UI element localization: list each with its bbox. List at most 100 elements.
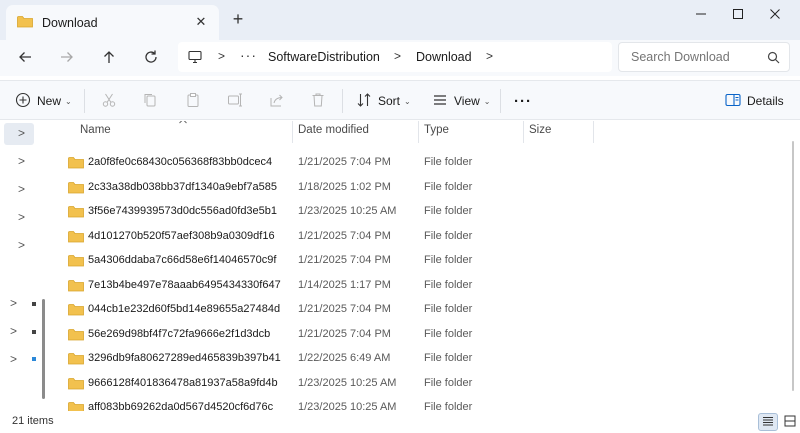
scissors-icon — [101, 92, 117, 111]
file-name: 5a4306ddaba7c66d58e6f14046570c9f — [88, 254, 277, 266]
search-box[interactable] — [618, 42, 790, 72]
column-header-date-modified[interactable]: Date modified — [298, 124, 369, 146]
column-header-size[interactable]: Size — [529, 124, 551, 146]
file-row[interactable]: 2a0f8fe0c68430c056368f83bb0dcec4 1/21/202… — [52, 151, 785, 176]
breadcrumb-separator-icon[interactable]: > — [218, 49, 225, 63]
address-box[interactable]: > ··· SoftwareDistribution > Download > — [178, 42, 612, 72]
title-bar: Download ✕ + — [0, 0, 800, 40]
folder-icon — [68, 352, 84, 368]
folder-icon — [68, 401, 84, 411]
tab-download[interactable]: Download ✕ — [6, 5, 219, 40]
file-type: File folder — [424, 352, 473, 364]
nav-expand-chevron-icon[interactable]: > — [10, 296, 17, 310]
up-button[interactable] — [96, 46, 122, 70]
view-label: View — [454, 94, 480, 108]
file-type: File folder — [424, 180, 473, 193]
nav-expand-chevron-icon[interactable]: > — [18, 182, 25, 196]
breadcrumb-download[interactable]: Download — [416, 50, 472, 64]
close-window-button[interactable] — [758, 4, 792, 24]
details-view-button[interactable] — [758, 413, 778, 431]
file-row[interactable]: 044cb1e232d60f5bd14e89655a27484d 1/21/202… — [52, 298, 785, 323]
file-name: 2a0f8fe0c68430c056368f83bb0dcec4 — [88, 156, 273, 168]
nav-scrollbar[interactable] — [42, 299, 45, 399]
file-name: 4d101270b520f57aef308b9a0309df16 — [88, 229, 275, 242]
file-type: File folder — [424, 205, 473, 217]
command-bar: New ⌄ Sort ⌄ View ⌄ ··· Details — [0, 80, 800, 120]
view-lines-icon — [432, 92, 448, 111]
chevron-down-icon: ⌄ — [404, 96, 411, 106]
nav-expand-chevron-icon[interactable]: > — [18, 154, 25, 168]
nav-expand-chevron-icon[interactable]: > — [10, 324, 17, 338]
navigation-pane: > > > > > > > > — [0, 121, 52, 411]
sort-button[interactable]: Sort ⌄ — [356, 91, 411, 111]
drive-icon — [32, 302, 36, 306]
column-divider[interactable] — [523, 121, 524, 143]
search-icon[interactable] — [767, 51, 780, 67]
file-row[interactable]: 56e269d98bf4f7c72fa9666e2f1d3dcb 1/21/202… — [52, 323, 785, 348]
file-row[interactable]: 4d101270b520f57aef308b9a0309df16 1/21/202… — [52, 225, 785, 250]
column-header-type[interactable]: Type — [424, 124, 449, 146]
column-header-name[interactable]: Name — [80, 124, 111, 146]
sort-icon — [356, 92, 372, 111]
folder-icon — [68, 254, 84, 270]
breadcrumb-separator-icon[interactable]: > — [486, 49, 493, 63]
details-pane-icon — [725, 93, 741, 110]
paste-button[interactable] — [183, 91, 203, 111]
folder-icon — [68, 377, 84, 393]
more-options-button[interactable]: ··· — [514, 91, 532, 111]
rename-button[interactable] — [225, 91, 245, 111]
file-row[interactable]: 2c33a38db038bb37df1340a9ebf7a585 1/18/202… — [52, 176, 785, 201]
cut-button[interactable] — [99, 91, 119, 111]
maximize-button[interactable] — [721, 4, 755, 24]
file-row[interactable]: 7e13b4be497e78aaab6495434330f647 1/14/202… — [52, 274, 785, 299]
folder-icon — [68, 303, 84, 319]
copy-button[interactable] — [140, 91, 160, 111]
file-row[interactable]: 5a4306ddaba7c66d58e6f14046570c9f 1/21/202… — [52, 249, 785, 274]
file-type: File folder — [424, 376, 473, 389]
nav-expand-chevron-icon[interactable]: > — [10, 352, 17, 366]
file-row[interactable]: aff083bb69262da0d567d4520cf6d76c 1/23/202… — [52, 396, 785, 411]
nav-expand-chevron-icon[interactable]: > — [18, 126, 25, 140]
file-date-modified: 1/22/2025 6:49 AM — [298, 352, 391, 364]
new-button[interactable]: New ⌄ — [15, 91, 72, 111]
file-row[interactable]: 3f56e7439939573d0dc556ad0fd3e5b1 1/23/202… — [52, 200, 785, 225]
tiles-view-button[interactable] — [781, 413, 799, 431]
back-button[interactable] — [12, 46, 38, 70]
toolbar-divider — [84, 89, 85, 113]
item-count: 21 items — [12, 415, 54, 427]
file-row[interactable]: 9666128f401836478a81937a58a9fd4b 1/23/202… — [52, 372, 785, 397]
file-list-scrollbar[interactable] — [789, 121, 797, 411]
details-pane-button[interactable]: Details — [725, 91, 784, 111]
breadcrumb-separator-icon[interactable]: > — [394, 49, 401, 63]
file-type: File folder — [424, 254, 473, 266]
arrow-right-icon — [59, 49, 75, 68]
refresh-button[interactable] — [138, 46, 164, 70]
column-divider[interactable] — [418, 121, 419, 143]
file-row[interactable]: 3296db9fa80627289ed465839b397b41 1/22/202… — [52, 347, 785, 372]
column-divider[interactable] — [593, 121, 594, 143]
scrollbar-thumb[interactable] — [792, 141, 794, 391]
file-name: 3f56e7439939573d0dc556ad0fd3e5b1 — [88, 205, 278, 217]
nav-expand-chevron-icon[interactable]: > — [18, 238, 25, 252]
new-tab-button[interactable]: + — [229, 10, 247, 29]
arrow-up-icon — [101, 49, 117, 68]
search-input[interactable] — [631, 50, 761, 64]
column-divider[interactable] — [292, 121, 293, 143]
nav-expand-chevron-icon[interactable]: > — [18, 210, 25, 224]
file-type: File folder — [424, 303, 473, 315]
share-button[interactable] — [267, 91, 287, 111]
file-date-modified: 1/23/2025 10:25 AM — [298, 205, 397, 217]
minimize-button[interactable] — [684, 4, 718, 24]
delete-button[interactable] — [308, 91, 328, 111]
breadcrumb-overflow-button[interactable]: ··· — [240, 47, 257, 63]
file-date-modified: 1/21/2025 7:04 PM — [298, 327, 391, 340]
tab-close-icon[interactable]: ✕ — [193, 14, 209, 30]
address-bar-row: > ··· SoftwareDistribution > Download > — [0, 40, 800, 76]
toolbar-divider — [500, 89, 501, 113]
this-pc-icon — [188, 50, 202, 67]
forward-button[interactable] — [54, 46, 80, 70]
file-date-modified: 1/21/2025 7:04 PM — [298, 229, 391, 242]
file-date-modified: 1/14/2025 1:17 PM — [298, 278, 391, 291]
breadcrumb-softwaredistribution[interactable]: SoftwareDistribution — [268, 50, 380, 64]
view-button[interactable]: View ⌄ — [432, 91, 491, 111]
